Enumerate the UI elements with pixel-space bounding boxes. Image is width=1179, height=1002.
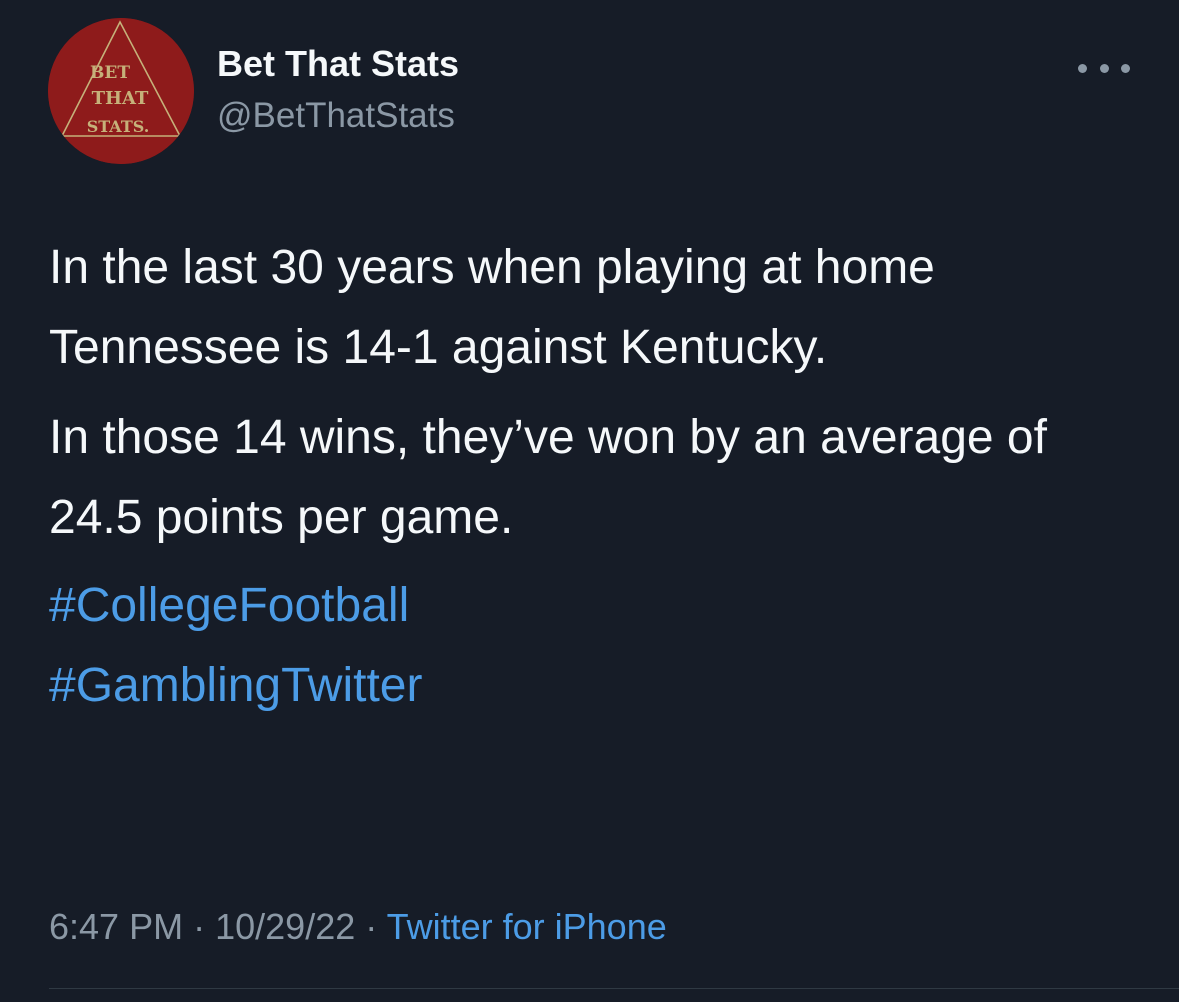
svg-text:THAT: THAT — [92, 88, 149, 109]
more-horizontal-icon — [1099, 63, 1109, 73]
tweet-paragraph: In the last 30 years when playing at hom… — [49, 241, 935, 374]
svg-text:STATS.: STATS. — [87, 117, 150, 136]
separator: · — [193, 906, 206, 947]
tweet-date[interactable]: 10/29/22 — [215, 906, 355, 947]
bet-that-stats-logo-icon: BET THAT STATS. — [48, 18, 194, 164]
svg-text:BET: BET — [90, 63, 130, 83]
tweet: BET THAT STATS. Bet That Stats @BetThatS… — [0, 0, 1179, 1002]
more-horizontal-icon — [1121, 63, 1130, 73]
separator: · — [365, 906, 378, 947]
tweet-source-link[interactable]: Twitter for iPhone — [387, 906, 667, 947]
divider — [49, 988, 1179, 989]
author-display-name[interactable]: Bet That Stats — [217, 42, 459, 86]
author-handle[interactable]: @BetThatStats — [217, 94, 455, 138]
hashtag-link[interactable]: #CollegeFootball — [49, 566, 1129, 646]
tweet-time[interactable]: 6:47 PM — [49, 906, 183, 947]
more-horizontal-icon — [1078, 63, 1087, 73]
more-options-button[interactable] — [1078, 54, 1130, 82]
tweet-paragraph: In those 14 wins, they’ve won by an aver… — [49, 411, 1047, 544]
tweet-text: In the last 30 years when playing at hom… — [49, 228, 1129, 726]
tweet-metadata: 6:47 PM · 10/29/22 · Twitter for iPhone — [49, 904, 667, 950]
avatar[interactable]: BET THAT STATS. — [48, 18, 194, 164]
hashtag-link[interactable]: #GamblingTwitter — [49, 646, 1129, 726]
